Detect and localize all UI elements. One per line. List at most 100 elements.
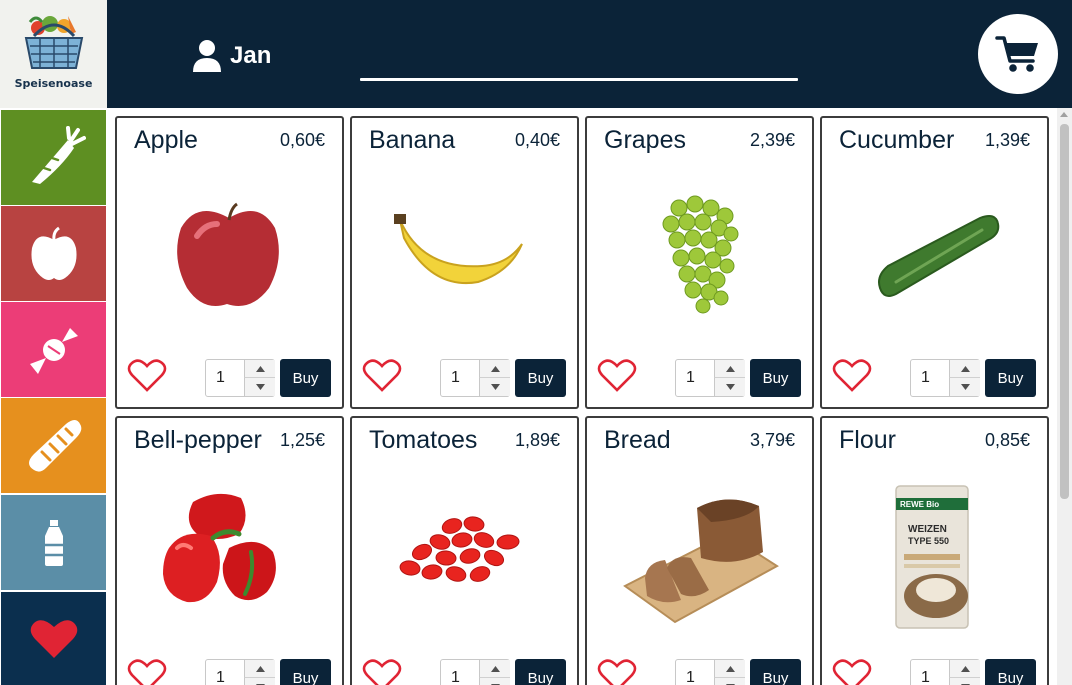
- caret-down-icon: [255, 384, 265, 390]
- product-name: Bell-pepper: [134, 426, 262, 454]
- flour-type-text-1: WEIZEN: [908, 524, 947, 535]
- quantity-input[interactable]: [206, 360, 244, 396]
- product-name: Tomatoes: [369, 426, 478, 454]
- logo[interactable]: Speisenoase: [0, 0, 107, 108]
- category-sidebar: [0, 108, 107, 685]
- quantity-decrement[interactable]: [244, 678, 275, 685]
- product-price: 0,60€: [279, 130, 325, 150]
- product-card: Bread 3,79€ Buy: [585, 416, 814, 685]
- flour-package-image: REWE Bio WEIZEN TYPE 550: [895, 485, 969, 629]
- quantity-increment[interactable]: [244, 660, 275, 678]
- quantity-input[interactable]: [911, 660, 949, 685]
- logo-text: Speisenoase: [14, 77, 93, 90]
- product-name: Bread: [604, 426, 671, 454]
- vertical-scrollbar[interactable]: [1057, 108, 1072, 685]
- flour-brand-text: REWE Bio: [900, 500, 939, 509]
- quantity-stepper: [675, 659, 745, 685]
- product-name: Banana: [369, 126, 456, 154]
- quantity-increment[interactable]: [949, 660, 980, 678]
- quantity-increment[interactable]: [244, 360, 275, 378]
- category-favorites[interactable]: [1, 592, 106, 685]
- app: Speisenoase Jan Apple 0,60€ 1 Buy Banana…: [0, 0, 1072, 685]
- user-profile[interactable]: Jan: [192, 38, 271, 74]
- quantity-increment[interactable]: [479, 660, 510, 678]
- favorite-heart-icon[interactable]: [127, 358, 167, 394]
- quantity-decrement[interactable]: [949, 378, 980, 396]
- scroll-up-arrow-icon[interactable]: [1060, 112, 1068, 117]
- category-fruits[interactable]: [1, 206, 106, 301]
- user-icon: [193, 40, 221, 72]
- favorite-heart-icon[interactable]: [597, 658, 637, 685]
- quantity-decrement[interactable]: [714, 678, 745, 685]
- quantity-input[interactable]: [911, 360, 949, 396]
- category-bakery[interactable]: [1, 398, 106, 493]
- cart-icon: [995, 36, 1038, 72]
- quantity-decrement[interactable]: [479, 678, 510, 685]
- caret-up-icon: [725, 365, 735, 372]
- buy-button[interactable]: Buy: [515, 359, 566, 397]
- cart-button[interactable]: [978, 14, 1058, 94]
- caret-up-icon: [490, 365, 500, 372]
- apple-image: [177, 202, 279, 306]
- quantity-decrement[interactable]: [714, 378, 745, 396]
- product-grid: Apple 0,60€ Buy Banan: [107, 108, 1057, 685]
- buy-button[interactable]: Buy: [985, 359, 1036, 397]
- cucumber-image: [878, 215, 1000, 297]
- buy-button[interactable]: Buy: [280, 659, 331, 685]
- quantity-increment[interactable]: [479, 360, 510, 378]
- buy-button[interactable]: Buy: [985, 659, 1036, 685]
- product-price: 0,40€: [514, 130, 560, 150]
- favorite-heart-icon[interactable]: [832, 658, 872, 685]
- caret-up-icon: [960, 665, 970, 672]
- buy-button[interactable]: Buy: [750, 359, 801, 397]
- product-price: 2,39€: [749, 130, 795, 150]
- quantity-input[interactable]: [441, 660, 479, 685]
- quantity-input[interactable]: [676, 660, 714, 685]
- search-input[interactable]: [360, 78, 798, 81]
- caret-down-icon: [725, 384, 735, 390]
- caret-down-icon: [490, 384, 500, 390]
- quantity-increment[interactable]: [949, 360, 980, 378]
- scrollbar-thumb[interactable]: [1060, 124, 1069, 499]
- category-sweets[interactable]: [1, 302, 106, 397]
- product-name: Cucumber: [839, 126, 955, 154]
- quantity-stepper: [440, 659, 510, 685]
- favorite-heart-icon[interactable]: [832, 358, 872, 394]
- tomatoes-image: [399, 516, 520, 582]
- category-vegetables[interactable]: [1, 110, 106, 205]
- quantity-decrement[interactable]: [479, 378, 510, 396]
- category-drinks[interactable]: [1, 495, 106, 590]
- product-card: Bell-pepper 1,25€ 1 Buy: [115, 416, 344, 685]
- caret-up-icon: [255, 665, 265, 672]
- buy-button[interactable]: Buy: [280, 359, 331, 397]
- quantity-decrement[interactable]: [244, 378, 275, 396]
- favorite-heart-icon[interactable]: [362, 358, 402, 394]
- product-card: Banana 0,40€ Buy: [350, 116, 579, 409]
- buy-button[interactable]: Buy: [750, 659, 801, 685]
- favorite-heart-icon[interactable]: [597, 358, 637, 394]
- flour-type-text-2: TYPE 550: [908, 536, 949, 546]
- caret-up-icon: [255, 365, 265, 372]
- grapes-image: [662, 195, 739, 314]
- quantity-increment[interactable]: [714, 660, 745, 678]
- buy-button[interactable]: Buy: [515, 659, 566, 685]
- grocery-basket-logo: [24, 16, 84, 69]
- product-price: 1,39€: [984, 130, 1030, 150]
- banana-image: [394, 214, 523, 284]
- favorite-heart-icon[interactable]: [127, 658, 167, 685]
- product-card: Cucumber 1,39€ Buy: [820, 116, 1049, 409]
- caret-up-icon: [725, 665, 735, 672]
- heart-icon: [30, 619, 77, 658]
- quantity-input[interactable]: [206, 660, 244, 685]
- quantity-input[interactable]: [441, 360, 479, 396]
- product-price: 3,79€: [749, 430, 795, 450]
- product-price: 1,89€: [514, 430, 560, 450]
- product-card: Apple 0,60€ Buy: [115, 116, 344, 409]
- caret-up-icon: [490, 665, 500, 672]
- quantity-stepper: [910, 359, 980, 397]
- quantity-input[interactable]: [676, 360, 714, 396]
- quantity-stepper: [675, 359, 745, 397]
- quantity-increment[interactable]: [714, 360, 745, 378]
- favorite-heart-icon[interactable]: [362, 658, 402, 685]
- quantity-decrement[interactable]: [949, 678, 980, 685]
